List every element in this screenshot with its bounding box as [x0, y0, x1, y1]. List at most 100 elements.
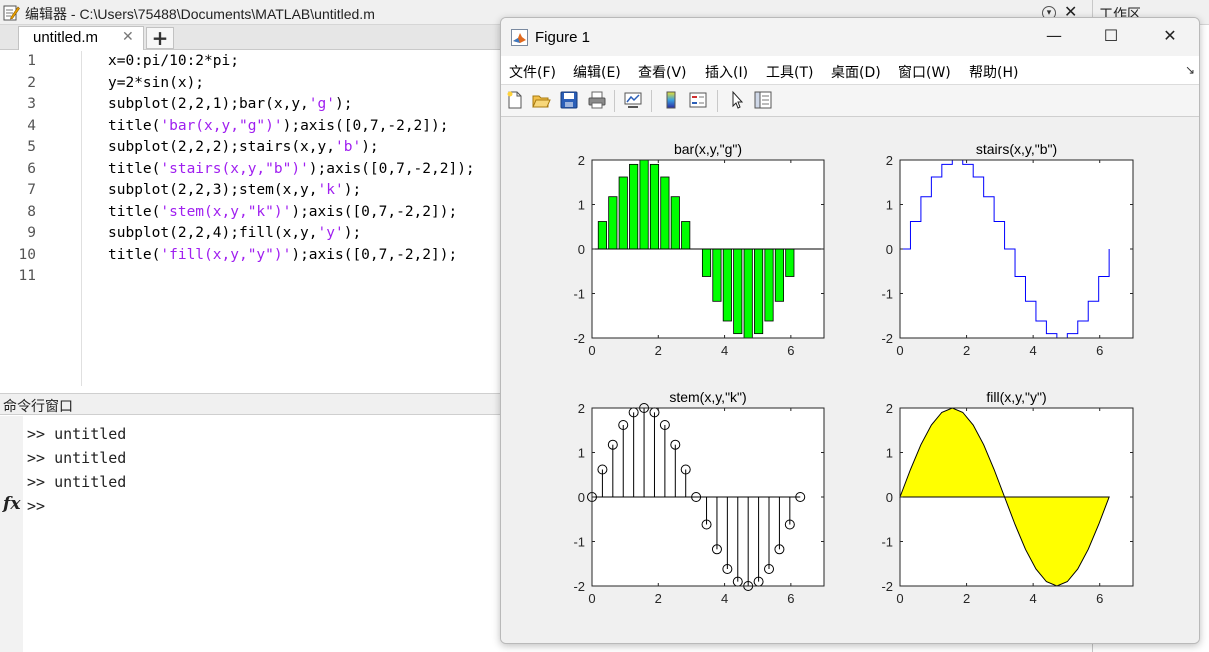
open-file-icon[interactable] [531, 90, 551, 110]
menu-edit[interactable]: 编辑(E) [573, 62, 621, 82]
code-line[interactable]: title('fill(x,y,"y")');axis([0,7,-2,2]); [108, 247, 457, 263]
x-tick-label: 2 [655, 591, 662, 606]
maximize-icon[interactable]: ☐ [1096, 26, 1126, 48]
figure-canvas[interactable]: bar(x,y,"g") 0 2 4 6 2 1 0 -1 -2 stairs(x,y,"b") 0 2… [501, 118, 1199, 643]
figure-titlebar[interactable] [501, 18, 1199, 56]
code-line[interactable]: subplot(2,2,4);fill(x,y,'y'); [108, 225, 361, 241]
code-line[interactable]: subplot(2,2,1);bar(x,y,'g'); [108, 96, 352, 112]
x-tick-label: 2 [655, 343, 662, 358]
menu-view[interactable]: 查看(V) [638, 62, 687, 82]
y-tick-label: 0 [886, 490, 893, 505]
code-line[interactable]: x=0:pi/10:2*pi; [108, 53, 239, 69]
bar [597, 221, 607, 250]
y-tick-label: -2 [573, 579, 585, 594]
bar [701, 248, 712, 277]
minimize-icon[interactable]: — [1039, 26, 1069, 48]
tab-label[interactable]: untitled.m [33, 29, 98, 46]
bar [608, 196, 618, 250]
menu-window[interactable]: 窗口(W) [898, 62, 951, 82]
subplot-4: fill(x,y,"y") 0 2 4 6 2 1 0 -1 -2 [881, 389, 1134, 606]
subplot-1: bar(x,y,"g") 0 2 4 6 2 1 0 -1 -2 [573, 141, 825, 358]
menu-help[interactable]: 帮助(H) [969, 62, 1018, 82]
y-tick-label: -2 [881, 331, 893, 346]
pointer-icon[interactable] [727, 90, 747, 110]
function-browser-fx-icon[interactable]: fx [3, 494, 20, 514]
code-token: ); [335, 96, 353, 112]
colorbar-icon[interactable] [661, 90, 681, 110]
toolbar-separator [651, 90, 652, 112]
x-tick-label: 0 [588, 591, 595, 606]
y-tick-label: -2 [573, 331, 585, 346]
code-line[interactable]: subplot(2,2,3);stem(x,y,'k'); [108, 182, 361, 198]
property-editor-icon[interactable] [753, 90, 773, 110]
bar [629, 163, 639, 250]
code-token: subplot(2,2,1);bar(x,y, [108, 96, 309, 112]
code-string-token: 'stairs(x,y,"b")' [160, 160, 309, 177]
save-icon[interactable] [559, 90, 579, 110]
code-line[interactable]: title('stairs(x,y,"b")');axis([0,7,-2,2]… [108, 161, 475, 177]
bar [743, 248, 753, 339]
subplot-3: stem(x,y,"k") 0 2 4 6 2 1 0 -1 -2 [573, 389, 825, 606]
subplots-svg: bar(x,y,"g") 0 2 4 6 2 1 0 -1 -2 stairs(x,y,"b") 0 2… [573, 141, 1134, 606]
y-tick-label: 1 [886, 198, 893, 213]
editor-title: 编辑器 - C:\Users\75488\Documents\MATLAB\un… [25, 6, 375, 22]
code-token: );axis([0,7,-2,2]); [291, 203, 458, 220]
legend-icon[interactable] [688, 90, 708, 110]
menu-tools[interactable]: 工具(T) [766, 62, 813, 82]
code-editor[interactable]: x=0:pi/10:2*pi; y=2*sin(x); subplot(2,2,1)… [0, 51, 500, 386]
code-line[interactable]: title('stem(x,y,"k")');axis([0,7,-2,2]); [108, 204, 457, 220]
code-token: subplot(2,2,2);stairs(x,y, [108, 139, 335, 155]
axes-background [900, 160, 1133, 338]
x-tick-label: 4 [1030, 343, 1037, 358]
x-tick-label: 2 [963, 591, 970, 606]
code-line[interactable]: y=2*sin(x); [108, 75, 204, 91]
print-icon[interactable] [587, 90, 607, 110]
x-tick-label: 0 [896, 591, 903, 606]
y-tick-label: 2 [886, 153, 893, 168]
y-tick-label: 0 [578, 242, 585, 257]
command-history-line: >> untitled [27, 449, 127, 467]
code-string-token: 'y' [317, 225, 344, 241]
code-line[interactable]: subplot(2,2,2);stairs(x,y,'b'); [108, 139, 379, 155]
axes-title: stem(x,y,"k") [669, 389, 746, 405]
code-string-token: 'g' [308, 96, 335, 112]
y-tick-label: -1 [881, 287, 893, 302]
figure-window: Figure 1 — ☐ ✕ 文件(F) 编辑(E) 查看(V) 插入(I) 工… [500, 17, 1200, 644]
code-token: );axis([0,7,-2,2]); [291, 246, 458, 263]
x-tick-label: 6 [787, 343, 794, 358]
menu-insert[interactable]: 插入(I) [705, 62, 748, 82]
x-tick-label: 2 [963, 343, 970, 358]
code-token: title( [108, 117, 161, 134]
close-icon[interactable]: ✕ [1155, 26, 1185, 48]
code-line[interactable]: title('bar(x,y,"g")');axis([0,7,-2,2]); [108, 118, 448, 134]
matlab-logo-icon [511, 29, 528, 46]
new-figure-icon[interactable] [505, 90, 525, 110]
menubar-dock-arrow-icon[interactable]: ↘ [1185, 63, 1195, 77]
menu-desktop[interactable]: 桌面(D) [831, 62, 881, 82]
new-tab-button[interactable]: + [146, 27, 174, 49]
tab-close-icon[interactable]: ✕ [122, 29, 134, 45]
y-tick-label: -1 [573, 287, 585, 302]
code-string-token: 'k' [317, 182, 344, 198]
axes-title: fill(x,y,"y") [986, 389, 1046, 405]
bar [722, 248, 732, 322]
subplot-2: stairs(x,y,"b") 0 2 4 6 2 1 0 -1 -2 [881, 141, 1134, 358]
x-tick-label: 0 [896, 343, 903, 358]
bar [754, 248, 764, 335]
y-tick-label: 2 [578, 153, 585, 168]
code-token: title( [108, 160, 161, 177]
bar [670, 196, 680, 250]
code-token: subplot(2,2,4);fill(x,y, [108, 225, 318, 241]
command-prompt[interactable]: >> [27, 497, 45, 515]
y-tick-label: 2 [578, 401, 585, 416]
y-tick-label: 0 [578, 490, 585, 505]
y-tick-label: 1 [578, 446, 585, 461]
code-string-token: 'fill(x,y,"y")' [160, 246, 292, 263]
y-tick-label: -2 [881, 579, 893, 594]
menu-file[interactable]: 文件(F) [509, 62, 556, 82]
link-plot-icon[interactable] [623, 90, 643, 110]
code-token: );axis([0,7,-2,2]); [282, 117, 449, 134]
command-history-line: >> untitled [27, 425, 127, 443]
bar [785, 248, 795, 277]
bar [681, 221, 691, 250]
